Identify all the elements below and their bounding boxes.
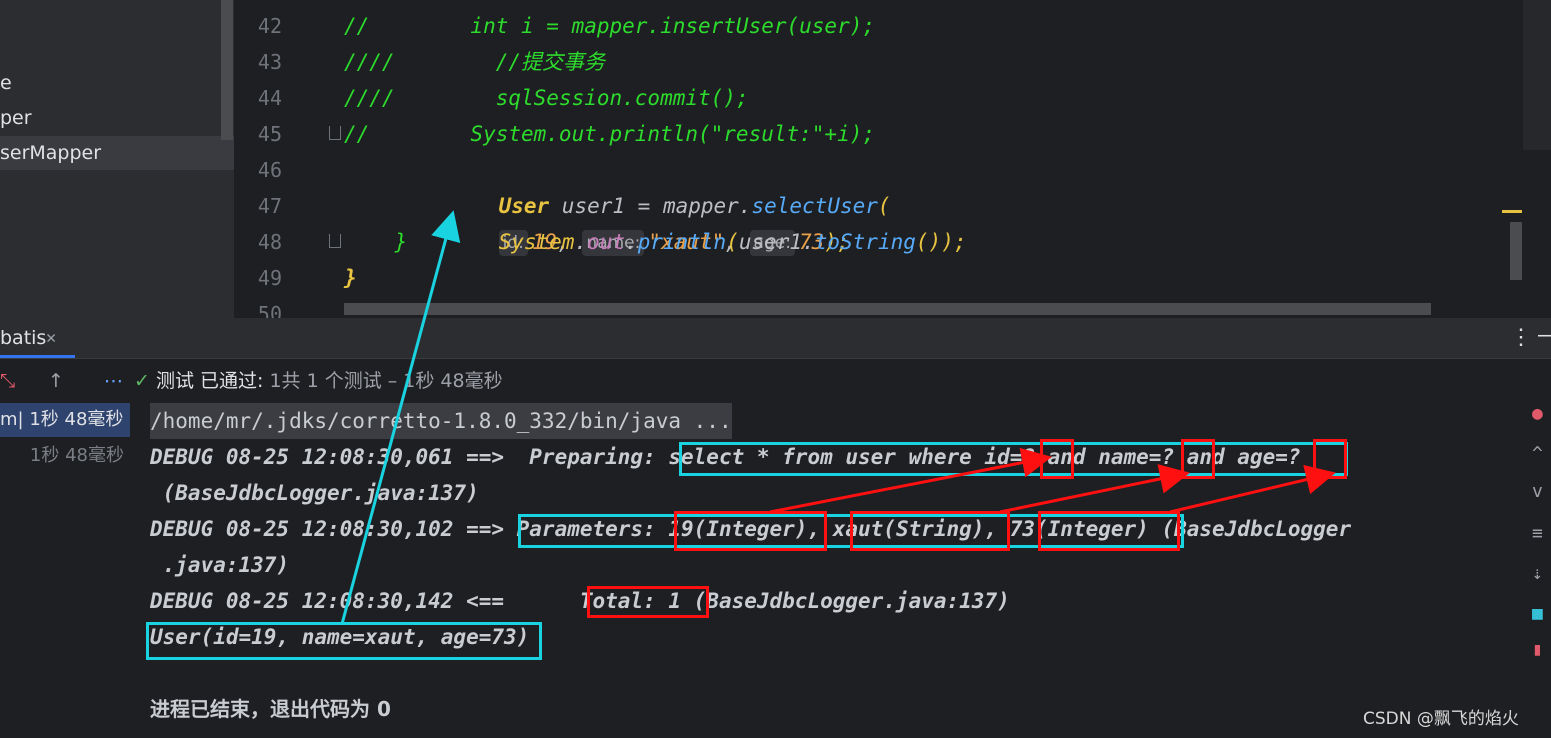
paren: ( [726, 230, 739, 254]
tree-item-label: serMapper [0, 142, 102, 164]
active-tab-indicator [0, 355, 75, 358]
line-number: 42 [257, 14, 282, 38]
code-line-48: } [344, 230, 408, 254]
annotation-box-placeholder-name [1181, 439, 1215, 479]
tree-item[interactable]: per [0, 101, 32, 135]
collapse-icon[interactable]: ⤡ [0, 359, 15, 403]
run-toolbar: ⤡ ↑ ⋯ ✓ 测试 已通过: 1共 1 个测试 – 1秒 48毫秒 [0, 359, 1551, 403]
line-number: 49 [257, 266, 282, 290]
up-icon[interactable]: ^ [1532, 445, 1543, 463]
right-toolbar: ● ^ v ≡ ⇣ ■ ▮ [1530, 403, 1551, 738]
error-icon[interactable]: ● [1532, 405, 1543, 423]
tree-item-label: per [0, 107, 32, 129]
console-line-java-path: /home/mr/.jdks/corretto-1.8.0_332/bin/ja… [150, 403, 732, 439]
project-tree: e per serMapper [0, 0, 234, 318]
annotation-box-sql [679, 442, 1348, 476]
more-options-icon[interactable]: ⋮ [1510, 318, 1532, 358]
annotation-box-total [587, 586, 709, 618]
line-number: 48 [257, 230, 282, 254]
method-name: toString [814, 230, 916, 254]
line-number: 50 [257, 302, 282, 318]
soft-wrap-icon[interactable]: ≡ [1532, 525, 1543, 543]
watermark: CSDN @飘飞的焰火 [1363, 709, 1519, 729]
field-name: out [587, 230, 626, 254]
code-editor[interactable]: 42 43 44 45 46 47 48 49 50 // int i = ma… [234, 0, 1551, 318]
print-icon[interactable]: ■ [1532, 605, 1543, 623]
tree-scrollbar[interactable] [221, 0, 233, 140]
tree-item-selected[interactable]: serMapper [0, 136, 234, 170]
paren-close: ); [941, 230, 967, 254]
check-icon: ✓ [134, 370, 150, 392]
close-icon[interactable]: ✕ [46, 318, 56, 358]
console-line-total: DEBUG 08-25 12:08:30,142 <== Total: 1 (B… [150, 589, 1010, 613]
tree-item[interactable]: e [0, 66, 12, 100]
line-number: 44 [257, 86, 282, 110]
class-name: System [498, 230, 575, 254]
scroll-end-icon[interactable]: ⇣ [1532, 565, 1543, 583]
warning-marker[interactable] [1502, 210, 1522, 213]
line-number: 45 [257, 122, 282, 146]
console-line: (BaseJdbcLogger.java:137) [150, 481, 479, 505]
test-tree-child[interactable]: 1秒 48毫秒 [0, 439, 124, 473]
editor-vertical-scrollbar[interactable] [1510, 222, 1522, 280]
code-line-47: System.out.println(user1.toString()); [448, 188, 967, 296]
editor-horizontal-scrollbar[interactable] [344, 303, 1431, 315]
code-line-43: //// //提交事务 [344, 50, 606, 74]
argument: user1 [738, 230, 803, 254]
fold-marker-icon[interactable] [329, 234, 341, 248]
clear-icon[interactable]: ▮ [1532, 641, 1543, 659]
run-tab-label: batis [0, 327, 47, 349]
method-name: println [637, 230, 727, 254]
test-tree: m| 1秒 48毫秒 1秒 48毫秒 [0, 403, 130, 738]
annotation-box-param-name [850, 511, 1010, 551]
down-icon[interactable]: v [1532, 483, 1543, 501]
minimize-icon[interactable]: — [1538, 318, 1551, 354]
dot: . [802, 230, 815, 254]
code-line-49: } [344, 266, 357, 290]
run-tab-bar: batis ✕ ⋮ — [0, 318, 1551, 359]
dot: . [625, 230, 638, 254]
code-line-42: // int i = mapper.insertUser(user); [344, 14, 876, 38]
line-number: 43 [257, 50, 282, 74]
console-exit-message: 进程已结束，退出代码为 0 [150, 697, 391, 721]
status-label: 测试 已通过: [155, 370, 264, 392]
more-icon[interactable]: ⋯ [104, 359, 123, 403]
code-line-45: // System.out.println("result:"+i); [344, 122, 876, 146]
fold-marker-icon[interactable] [329, 126, 341, 140]
annotation-box-placeholder-id [1040, 439, 1074, 479]
editor-minimap[interactable] [1523, 0, 1551, 150]
test-status: ✓ 测试 已通过: 1共 1 个测试 – 1秒 48毫秒 [134, 359, 503, 403]
line-number: 47 [257, 194, 282, 218]
up-arrow-icon[interactable]: ↑ [48, 359, 64, 403]
annotation-box-placeholder-age [1313, 439, 1347, 479]
run-tab[interactable]: batis [0, 318, 52, 358]
line-number: 46 [257, 158, 282, 182]
annotation-box-param-age [1038, 511, 1180, 551]
code-line-44: //// sqlSession.commit(); [344, 86, 749, 110]
annotation-box-result [146, 622, 542, 660]
paren: () [915, 230, 942, 254]
status-detail: 1共 1 个测试 – 1秒 48毫秒 [263, 370, 503, 392]
test-tree-root[interactable]: m| 1秒 48毫秒 [0, 403, 130, 437]
dot: . [574, 230, 588, 254]
annotation-box-param-id [674, 511, 827, 551]
tree-item-label: e [0, 72, 12, 94]
console-line: .java:137) [150, 553, 290, 577]
